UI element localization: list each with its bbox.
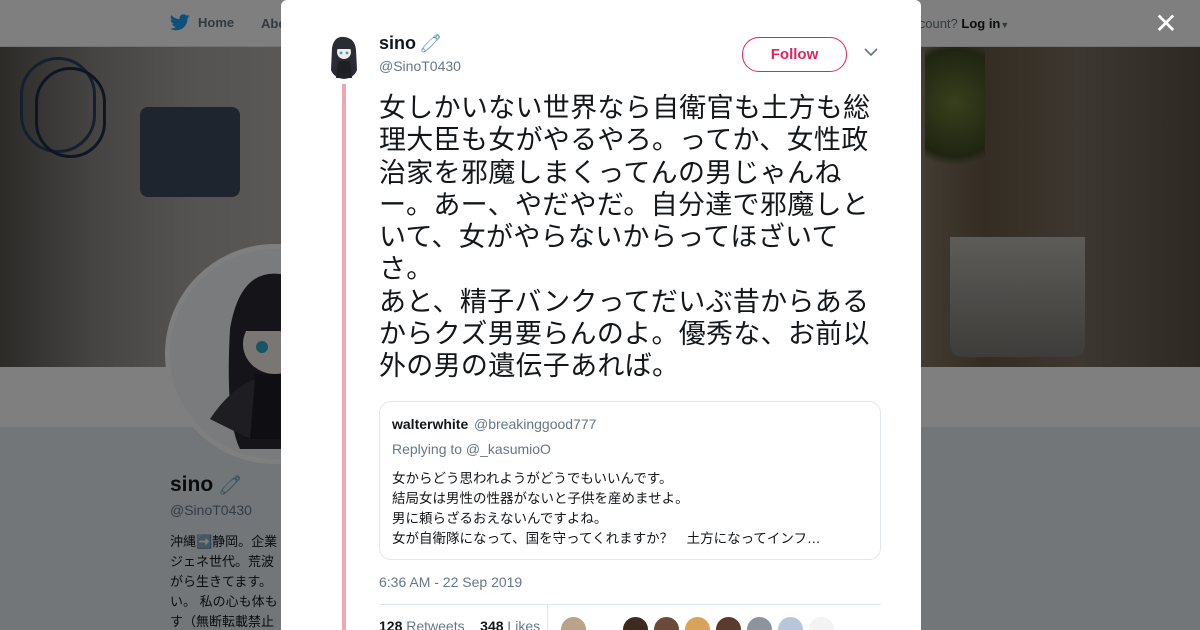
- author-name[interactable]: sino 🧷: [379, 33, 441, 54]
- liker-avatar[interactable]: [653, 616, 680, 630]
- tweet-timestamp[interactable]: 6:36 AM - 22 Sep 2019: [379, 574, 522, 590]
- retweets-label: Retweets: [406, 618, 465, 630]
- tweet-text: 女しかいない世界なら自衛官も土方も総理大臣も女がやるやろ。ってか、女性政治家を邪…: [379, 93, 871, 382]
- likes-label: Likes: [507, 618, 541, 630]
- liker-avatars: [560, 616, 835, 630]
- likes-count: 348: [480, 618, 504, 630]
- follow-button[interactable]: Follow: [742, 37, 847, 72]
- liker-avatar[interactable]: [684, 616, 711, 630]
- liker-avatar[interactable]: [746, 616, 773, 630]
- quoted-tweet-text: 女からどう思われようがどうでもいいんです。 結局女は男性の性器がないと子供を産め…: [392, 471, 821, 546]
- liker-avatar[interactable]: [591, 616, 618, 630]
- tweet-modal: sino 🧷 @SinoT0430 Follow 女しかいない世界なら自衛官も土…: [281, 0, 921, 630]
- divider: [379, 604, 881, 605]
- safety-pin-icon: 🧷: [420, 33, 442, 53]
- quoted-author-name: walterwhite: [392, 416, 469, 432]
- author-name-text[interactable]: sino: [379, 33, 416, 54]
- author-handle[interactable]: @SinoT0430: [379, 58, 461, 74]
- stats-divider: [547, 605, 548, 630]
- chevron-down-icon[interactable]: [864, 47, 878, 57]
- quoted-author-handle: @breakinggood777: [474, 416, 597, 432]
- liker-avatar[interactable]: [808, 616, 835, 630]
- thread-line: [342, 84, 346, 630]
- close-icon[interactable]: ✕: [1153, 10, 1179, 38]
- tweet-stats: 128 Retweets 348 Likes: [379, 618, 540, 630]
- liker-avatar[interactable]: [715, 616, 742, 630]
- liker-avatar[interactable]: [560, 616, 587, 630]
- quoted-replying-to: Replying to @_kasumioO: [392, 441, 551, 457]
- retweets-stat[interactable]: 128 Retweets: [379, 618, 465, 630]
- author-avatar[interactable]: [326, 34, 362, 80]
- likes-stat[interactable]: 348 Likes: [480, 618, 540, 630]
- liker-avatar[interactable]: [622, 616, 649, 630]
- quoted-tweet[interactable]: walterwhite @breakinggood777 Replying to…: [379, 401, 881, 560]
- liker-avatar[interactable]: [777, 616, 804, 630]
- retweets-count: 128: [379, 618, 403, 630]
